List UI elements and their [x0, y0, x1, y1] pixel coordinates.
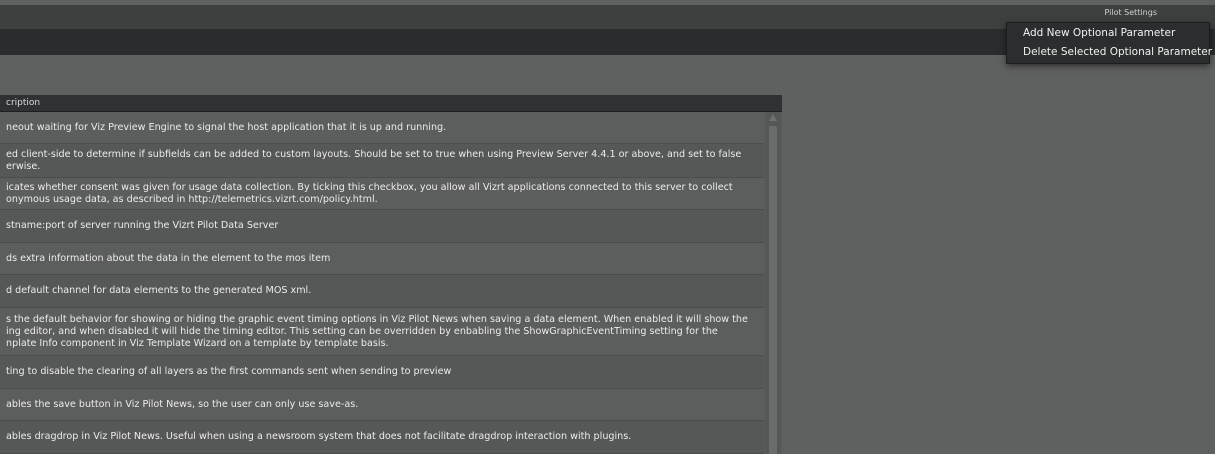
table-row[interactable]: ables dragdrop in Viz Pilot News. Useful…	[0, 421, 764, 454]
description-text: erwise.	[6, 160, 41, 172]
menu-item-delete-optional-parameter[interactable]: Delete Selected Optional Parameter	[1007, 43, 1212, 62]
table-row[interactable]: ed client-side to determine if subfields…	[0, 144, 764, 178]
context-menu: Add New Optional Parameter Delete Select…	[1006, 22, 1212, 64]
table-row[interactable]: s the default behavior for showing or hi…	[0, 308, 764, 356]
description-cell: ables the save button in Viz Pilot News,…	[6, 399, 358, 411]
table-row[interactable]: stname:port of server running the Vizrt …	[0, 210, 764, 243]
description-text: neout waiting for Viz Preview Engine to …	[6, 121, 447, 133]
table-row[interactable]: icates whether consent was given for usa…	[0, 178, 764, 210]
description-cell: icates whether consent was given for usa…	[6, 182, 733, 206]
scroll-up-arrow-icon[interactable]	[769, 114, 777, 121]
description-cell: ed client-side to determine if subfields…	[6, 149, 741, 173]
column-header-description[interactable]: cription	[0, 95, 782, 112]
description-text: ables dragdrop in Viz Pilot News. Useful…	[6, 431, 632, 442]
table-body: neout waiting for Viz Preview Engine to …	[0, 112, 764, 454]
description-text: ing editor, and when disabled it will hi…	[6, 325, 718, 337]
description-text: nplate Info component in Viz Template Wi…	[6, 337, 389, 349]
description-cell: stname:port of server running the Vizrt …	[6, 220, 278, 232]
settings-table: cription neout waiting for Viz Preview E…	[0, 95, 782, 454]
description-text: icates whether consent was given for usa…	[6, 181, 733, 193]
scrollbar-thumb[interactable]	[769, 126, 777, 454]
table-row[interactable]: ting to disable the clearing of all laye…	[0, 356, 764, 389]
description-cell: s the default behavior for showing or hi…	[6, 314, 748, 350]
menu-item-add-optional-parameter[interactable]: Add New Optional Parameter	[1007, 24, 1209, 43]
table-row[interactable]: neout waiting for Viz Preview Engine to …	[0, 112, 764, 144]
description-text: s the default behavior for showing or hi…	[6, 313, 748, 325]
table-row[interactable]: ables the save button in Viz Pilot News,…	[0, 389, 764, 421]
description-cell: ds extra information about the data in t…	[6, 253, 330, 265]
description-text: d default channel for data elements to t…	[6, 285, 312, 296]
description-text: ting to disable the clearing of all laye…	[6, 366, 452, 377]
description-text: stname:port of server running the Vizrt …	[6, 220, 279, 231]
table-row[interactable]: d default channel for data elements to t…	[0, 275, 764, 308]
description-text: ds extra information about the data in t…	[6, 252, 331, 264]
description-cell: ting to disable the clearing of all laye…	[6, 366, 451, 378]
description-text: ables the save button in Viz Pilot News,…	[6, 398, 359, 410]
description-cell: neout waiting for Viz Preview Engine to …	[6, 122, 446, 134]
vertical-scrollbar[interactable]	[766, 112, 780, 454]
description-text: ed client-side to determine if subfields…	[6, 148, 742, 160]
description-cell: d default channel for data elements to t…	[6, 285, 311, 297]
table-row[interactable]: ds extra information about the data in t…	[0, 243, 764, 275]
window-title: Pilot Settings	[1104, 8, 1157, 17]
description-text: onymous usage data, as described in http…	[6, 193, 378, 205]
description-cell: ables dragdrop in Viz Pilot News. Useful…	[6, 431, 631, 443]
